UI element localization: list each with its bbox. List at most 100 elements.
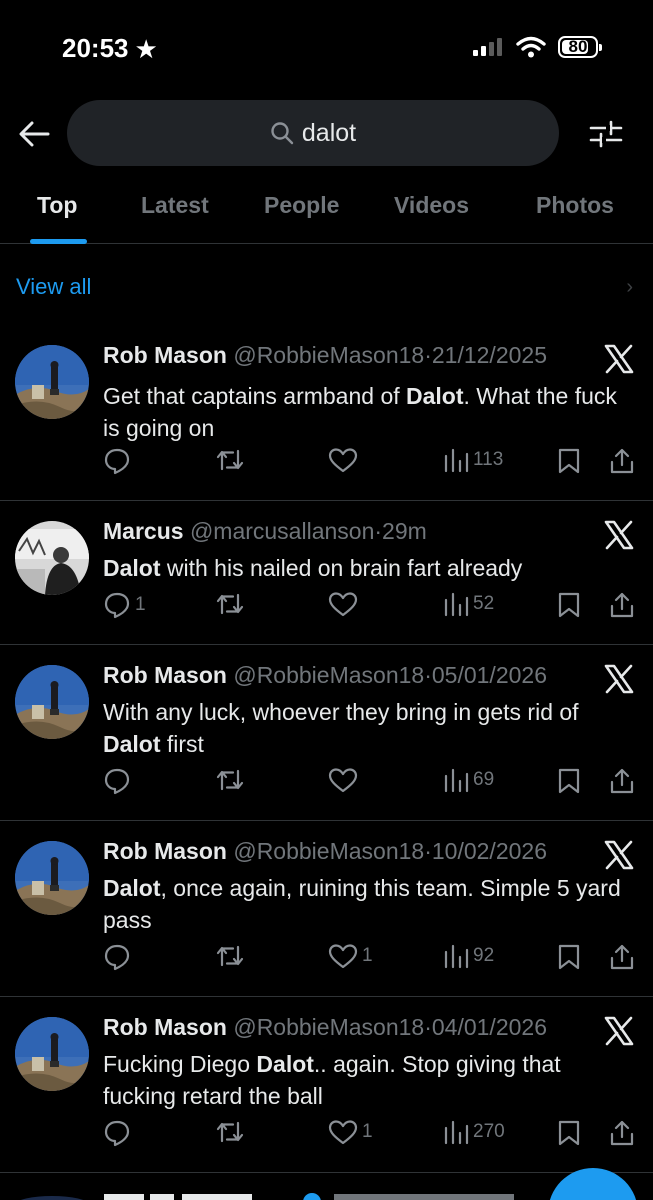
tweet-card[interactable]: Rob Mason @RobbieMason18·04/01/2026 Fuck…	[0, 997, 653, 1173]
author-handle[interactable]: @marcusallanson	[190, 518, 374, 544]
author-name[interactable]: Rob Mason	[103, 662, 227, 688]
tweet-card[interactable]: Marcus @marcusallanson·29m Dalot with hi…	[0, 501, 653, 645]
views-count: 270	[473, 1121, 505, 1142]
share-icon	[609, 1119, 635, 1147]
tab-latest[interactable]: Latest	[141, 192, 209, 219]
tab-top[interactable]: Top	[37, 192, 77, 219]
views-icon	[443, 767, 469, 793]
reply-icon	[103, 447, 131, 475]
views-button[interactable]: 92	[443, 943, 494, 969]
tab-photos[interactable]: Photos	[536, 192, 614, 219]
tweet-text-part: With any luck, whoever they bring in get…	[103, 699, 579, 725]
x-logo-icon	[603, 519, 635, 551]
share-button[interactable]	[609, 1119, 635, 1147]
view-all-link[interactable]: View all	[16, 274, 91, 300]
author-name[interactable]: Rob Mason	[103, 838, 227, 864]
views-button[interactable]: 52	[443, 591, 494, 617]
avatar[interactable]	[15, 665, 89, 739]
reply-button[interactable]	[103, 943, 135, 971]
author-name[interactable]: Rob Mason	[103, 1014, 227, 1040]
author-name[interactable]: Marcus	[103, 518, 184, 544]
tweet-header: Rob Mason @RobbieMason18·21/12/2025	[103, 342, 547, 369]
share-button[interactable]	[609, 447, 635, 475]
tweet-card[interactable]: Rob Mason @RobbieMason18·21/12/2025 Get …	[0, 325, 653, 501]
bookmark-button[interactable]	[557, 1119, 581, 1147]
search-filter-button[interactable]	[586, 114, 626, 154]
search-input[interactable]: dalot	[67, 100, 559, 166]
bookmark-button[interactable]	[557, 447, 581, 475]
tweet-text-part: , once again, ruining this team. Simple …	[103, 875, 621, 933]
reply-button[interactable]: 1	[103, 591, 146, 619]
tweet-date[interactable]: 10/02/2026	[432, 838, 547, 864]
tweet-text-part: with his nailed on brain fart already	[160, 555, 523, 581]
status-indicators: 80	[472, 36, 602, 58]
battery-indicator: 80	[558, 36, 602, 58]
chevron-right-icon[interactable]: ›	[626, 276, 633, 299]
repost-button[interactable]	[215, 1119, 249, 1145]
repost-icon	[215, 447, 245, 473]
tweet-date[interactable]: 21/12/2025	[432, 342, 547, 368]
back-button[interactable]	[14, 114, 54, 154]
repost-button[interactable]	[215, 447, 249, 473]
x-logo-icon	[603, 663, 635, 695]
views-icon	[443, 943, 469, 969]
tweet-card[interactable]: Rob Mason @RobbieMason18·05/01/2026 With…	[0, 645, 653, 821]
tweet-text-highlight: Dalot	[406, 383, 464, 409]
like-button[interactable]: 1	[328, 943, 373, 969]
views-count: 69	[473, 769, 495, 790]
author-handle[interactable]: @RobbieMason18	[233, 342, 424, 368]
avatar[interactable]	[15, 1017, 89, 1091]
reply-button[interactable]	[103, 767, 135, 795]
tweet-text: With any luck, whoever they bring in get…	[103, 696, 633, 760]
repost-icon	[215, 767, 245, 793]
battery-percent: 80	[568, 37, 588, 56]
tweet-date[interactable]: 05/01/2026	[432, 662, 547, 688]
tweet-date[interactable]: 29m	[382, 518, 427, 544]
author-handle[interactable]: @RobbieMason18	[233, 662, 424, 688]
like-button[interactable]	[328, 447, 362, 473]
avatar[interactable]	[15, 841, 89, 915]
bookmark-button[interactable]	[557, 767, 581, 795]
search-query: dalot	[301, 118, 357, 147]
heart-icon	[328, 767, 358, 793]
heart-icon	[328, 1119, 358, 1145]
views-icon	[443, 1119, 469, 1145]
search-tabs: Top Latest People Videos Photos	[0, 180, 653, 244]
tweet-date[interactable]: 04/01/2026	[432, 1014, 547, 1040]
repost-button[interactable]	[215, 767, 249, 793]
reply-button[interactable]	[103, 1119, 135, 1147]
like-button[interactable]	[328, 767, 362, 793]
like-button[interactable]: 1	[328, 1119, 373, 1145]
search-header: dalot	[0, 100, 653, 168]
share-button[interactable]	[609, 767, 635, 795]
tweet-text: Fucking Diego Dalot.. again. Stop giving…	[103, 1048, 633, 1112]
views-count: 113	[473, 449, 504, 470]
avatar[interactable]	[15, 345, 89, 419]
views-button[interactable]: 69	[443, 767, 494, 793]
reply-icon	[103, 767, 131, 795]
tab-videos[interactable]: Videos	[394, 192, 469, 219]
bookmark-button[interactable]	[557, 943, 581, 971]
heart-icon	[328, 591, 358, 617]
bookmark-icon	[557, 1119, 581, 1147]
tab-people[interactable]: People	[264, 192, 339, 219]
reply-button[interactable]	[103, 447, 135, 475]
author-handle[interactable]: @RobbieMason18	[233, 838, 424, 864]
avatar[interactable]	[15, 521, 89, 595]
views-button[interactable]: 113	[443, 447, 503, 473]
tweet-actions: 1 52	[103, 591, 643, 625]
like-button[interactable]	[328, 591, 362, 617]
views-button[interactable]: 270	[443, 1119, 505, 1145]
battery-nub	[599, 44, 602, 51]
tweet-text: Dalot, once again, ruining this team. Si…	[103, 872, 633, 936]
share-button[interactable]	[609, 591, 635, 619]
x-logo-icon	[603, 839, 635, 871]
tweet-card[interactable]: Rob Mason @RobbieMason18·10/02/2026 Dalo…	[0, 821, 653, 997]
repost-button[interactable]	[215, 591, 249, 617]
author-name[interactable]: Rob Mason	[103, 342, 227, 368]
share-button[interactable]	[609, 943, 635, 971]
author-handle[interactable]: @RobbieMason18	[233, 1014, 424, 1040]
bookmark-button[interactable]	[557, 591, 581, 619]
repost-button[interactable]	[215, 943, 249, 969]
views-icon	[443, 591, 469, 617]
